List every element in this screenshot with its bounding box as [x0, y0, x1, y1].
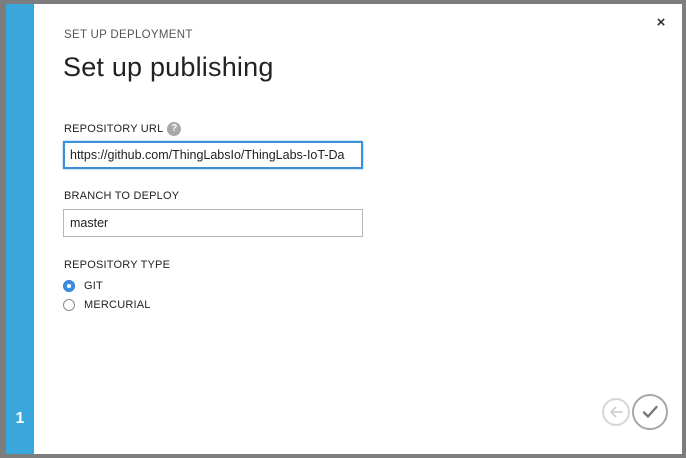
radio-button-git[interactable] [63, 280, 75, 292]
dialog-overline: SET UP DEPLOYMENT [64, 29, 193, 41]
radio-button-mercurial[interactable] [63, 299, 75, 311]
finish-button[interactable] [632, 394, 668, 430]
radio-option-git[interactable]: GIT [63, 280, 103, 292]
page-title: Set up publishing [63, 52, 274, 82]
step-sidebar: 1 [6, 4, 34, 454]
repository-url-input[interactable] [63, 141, 363, 169]
setup-publishing-dialog: 1 × SET UP DEPLOYMENT Set up publishing … [6, 4, 682, 454]
arrow-left-icon [610, 406, 623, 418]
radio-label-git: GIT [84, 280, 103, 292]
back-button[interactable] [602, 398, 630, 426]
step-number: 1 [15, 410, 25, 427]
branch-input[interactable] [63, 209, 363, 237]
branch-label-text: BRANCH TO DEPLOY [64, 190, 180, 202]
repository-url-label-text: REPOSITORY URL [64, 123, 164, 135]
checkmark-icon [642, 405, 658, 418]
help-icon[interactable]: ? [167, 122, 182, 136]
radio-option-mercurial[interactable]: MERCURIAL [63, 299, 151, 311]
repository-type-label: REPOSITORY TYPE [64, 259, 170, 271]
branch-label: BRANCH TO DEPLOY [64, 190, 179, 202]
radio-label-mercurial: MERCURIAL [84, 299, 151, 311]
repository-type-label-text: REPOSITORY TYPE [64, 259, 171, 271]
window-frame: 1 × SET UP DEPLOYMENT Set up publishing … [0, 0, 686, 458]
repository-url-label: REPOSITORY URL ? [64, 122, 182, 136]
close-icon[interactable]: × [654, 15, 668, 30]
